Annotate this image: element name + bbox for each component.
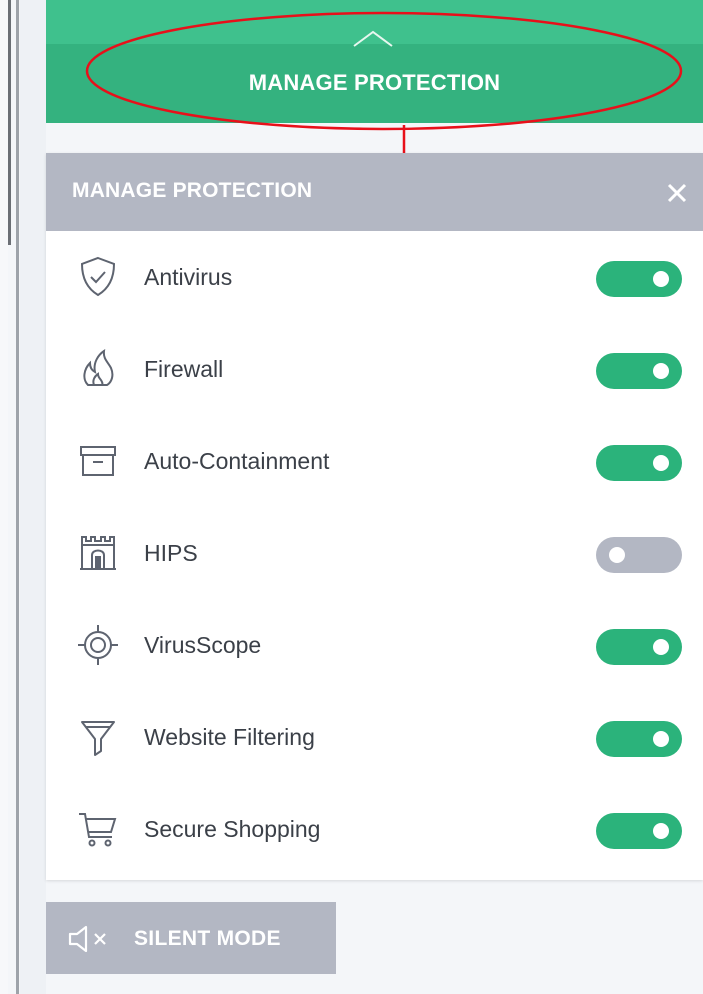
panel-header: MANAGE PROTECTION [46,153,703,231]
antivirus-toggle[interactable] [596,261,682,297]
fire-icon [83,348,114,386]
secure-shopping-toggle[interactable] [596,813,682,849]
protection-row-hips: HIPS [46,507,703,599]
protection-label-virusscope: VirusScope [144,632,262,658]
protection-row-secure-shopping: Secure Shopping [46,783,703,875]
app-window: MANAGE PROTECTION MANAGE PROTECTION Anti… [0,0,703,994]
castle-gate-icon [80,536,116,570]
speaker-mute-icon [68,925,106,953]
chevron-up-icon[interactable] [348,26,398,50]
manage-protection-bar-label[interactable]: MANAGE PROTECTION [46,70,703,96]
window-border-dark [8,0,11,245]
protection-label-firewall: Firewall [144,356,224,382]
manage-protection-panel: MANAGE PROTECTION Antivirus Firewall Aut… [46,153,703,880]
protection-label-auto-containment: Auto-Containment [144,448,330,474]
shopping-cart-icon [79,813,117,847]
protection-label-hips: HIPS [144,540,198,566]
shield-check-icon [80,256,116,297]
protection-row-website-filtering: Website Filtering [46,691,703,783]
panel-title: MANAGE PROTECTION [72,179,313,202]
protection-label-antivirus: Antivirus [144,264,233,290]
protection-row-auto-containment: Auto-Containment [46,415,703,507]
website-filtering-toggle[interactable] [596,721,682,757]
container-box-icon [80,446,116,476]
protection-row-firewall: Firewall [46,323,703,415]
protection-label-website-filtering: Website Filtering [144,724,315,750]
target-icon [78,625,118,665]
protection-label-secure-shopping: Secure Shopping [144,816,321,842]
protection-row-antivirus: Antivirus [46,231,703,323]
window-border [16,0,19,994]
window-gutter [20,0,46,994]
silent-mode-button[interactable]: SILENT MODE [46,902,336,974]
funnel-icon [81,721,115,756]
auto-containment-toggle[interactable] [596,445,682,481]
silent-mode-label[interactable]: SILENT MODE [134,927,281,951]
virusscope-toggle[interactable] [596,629,682,665]
hips-toggle[interactable] [596,537,682,573]
firewall-toggle[interactable] [596,353,682,389]
protection-row-virusscope: VirusScope [46,599,703,691]
close-icon[interactable] [659,175,695,211]
window-edge [0,0,8,994]
